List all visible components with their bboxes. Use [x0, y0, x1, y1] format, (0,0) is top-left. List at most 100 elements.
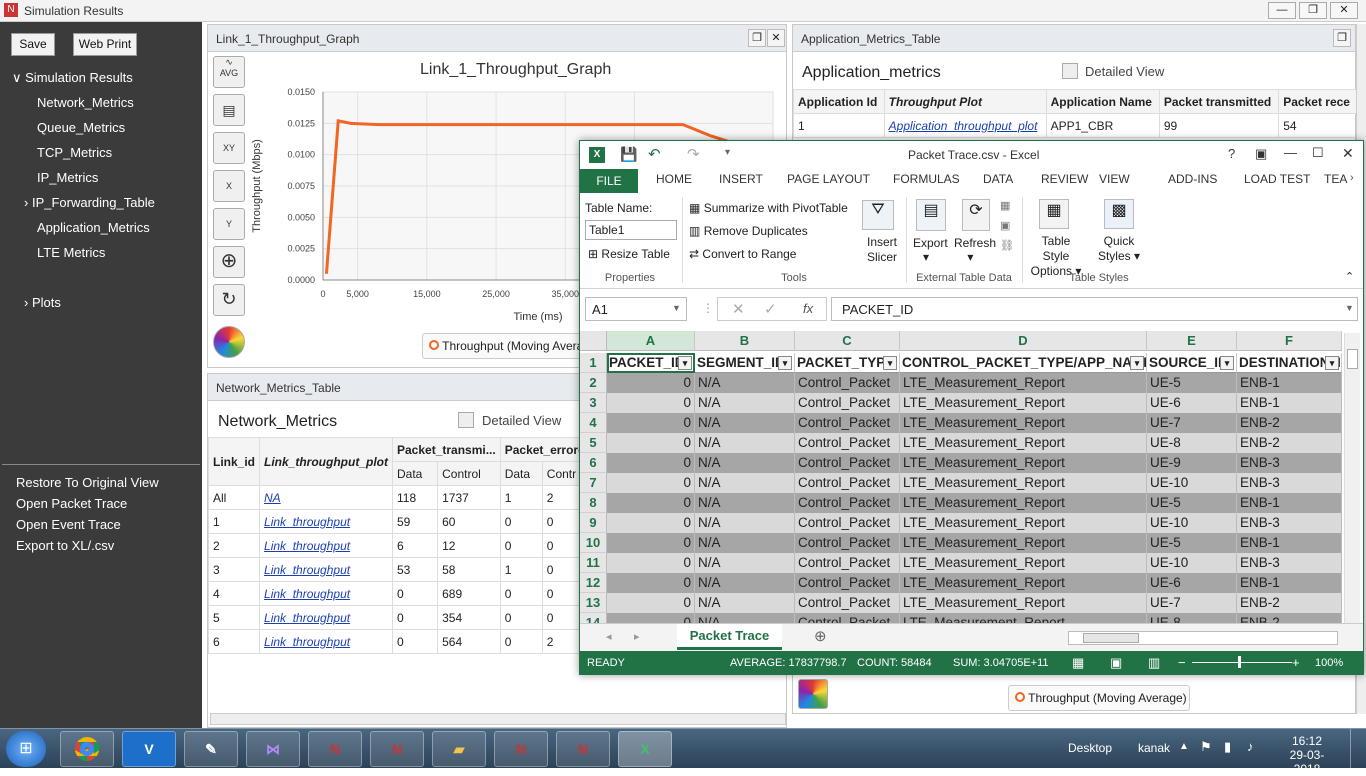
table-cell[interactable]: N/A: [695, 533, 795, 553]
ribbon-tab-load-test[interactable]: LOAD TEST: [1244, 172, 1310, 186]
column-header[interactable]: C: [795, 331, 900, 351]
header-cell[interactable]: SEGMENT_ID ▾: [695, 353, 795, 373]
expand-formula-icon[interactable]: ▼: [1345, 303, 1354, 313]
cancel-icon[interactable]: ✕: [732, 300, 745, 318]
table-cell[interactable]: UE-5: [1147, 373, 1237, 393]
table-cell[interactable]: ENB-3: [1237, 553, 1342, 573]
table-cell[interactable]: Control_Packet: [795, 533, 900, 553]
table-cell[interactable]: N/A: [695, 593, 795, 613]
table-name-input[interactable]: Table1: [585, 220, 677, 240]
chart-legend[interactable]: Throughput (Moving Average): [422, 333, 582, 359]
link-throughput-plot-link[interactable]: Link_throughput: [259, 533, 393, 558]
filter-dropdown-icon[interactable]: ▾: [883, 356, 897, 370]
start-button[interactable]: ⊞: [6, 731, 46, 767]
tree-item-ip-metrics[interactable]: IP_Metrics: [37, 170, 98, 185]
user-toolbar[interactable]: kanak: [1138, 741, 1170, 755]
formula-input[interactable]: PACKET_ID: [831, 297, 1358, 321]
table-cell[interactable]: UE-5: [1147, 493, 1237, 513]
vertical-scrollbar[interactable]: [1344, 333, 1360, 623]
collapse-ribbon-icon[interactable]: ⌃: [1345, 270, 1354, 283]
table-cell[interactable]: ENB-1: [1237, 373, 1342, 393]
horizontal-scroll-thumb[interactable]: [1083, 633, 1139, 643]
table-cell[interactable]: N/A: [695, 473, 795, 493]
detailed-view-checkbox[interactable]: [1062, 63, 1078, 79]
filter-dropdown-icon[interactable]: ▾: [778, 356, 792, 370]
export-button[interactable]: Export ▾: [913, 236, 948, 264]
header-cell[interactable]: SOURCE_ID ▾: [1147, 353, 1237, 373]
table-cell[interactable]: UE-6: [1147, 573, 1237, 593]
tree-item-ip-forwarding-table[interactable]: › IP_Forwarding_Table: [24, 195, 155, 210]
link-throughput-plot-link[interactable]: NA: [259, 485, 393, 510]
header-cell[interactable]: PACKET_TYPE ▾: [795, 353, 900, 373]
table-cell[interactable]: Control_Packet: [795, 393, 900, 413]
table-cell[interactable]: ENB-1: [1237, 573, 1342, 593]
column-header[interactable]: B: [695, 331, 795, 351]
detailed-view-checkbox[interactable]: [458, 412, 474, 428]
table-cell[interactable]: 0: [607, 393, 695, 413]
table-cell[interactable]: N/A: [695, 613, 795, 623]
filter-dropdown-icon[interactable]: ▾: [1220, 356, 1234, 370]
zoom-level[interactable]: 100%: [1315, 657, 1343, 669]
refresh-button[interactable]: Refresh ▾: [954, 236, 996, 264]
column-header[interactable]: A: [607, 331, 695, 351]
table-cell[interactable]: UE-7: [1147, 413, 1237, 433]
minimize-button[interactable]: —: [1268, 2, 1296, 19]
horizontal-scrollbar[interactable]: [1068, 631, 1338, 645]
horizontal-scrollbar[interactable]: [210, 713, 786, 725]
volume-icon[interactable]: ♪: [1247, 739, 1254, 754]
table-cell[interactable]: Control_Packet: [795, 433, 900, 453]
color-wheel-icon[interactable]: [213, 326, 245, 358]
table-cell[interactable]: N/A: [695, 573, 795, 593]
column-header[interactable]: E: [1147, 331, 1237, 351]
ribbon-tab-home[interactable]: HOME: [656, 172, 692, 186]
reset-icon[interactable]: ↻: [213, 284, 245, 316]
app-chart-legend[interactable]: Throughput (Moving Average): [1008, 685, 1190, 711]
undo-icon[interactable]: ↶: [648, 145, 661, 163]
table-cell[interactable]: LTE_Measurement_Report: [900, 393, 1147, 413]
row-header[interactable]: 8: [580, 493, 607, 513]
table-cell[interactable]: 0: [607, 533, 695, 553]
help-icon[interactable]: ?: [1228, 146, 1235, 161]
filter-dropdown-icon[interactable]: ▾: [678, 356, 692, 370]
table-cell[interactable]: 0: [607, 553, 695, 573]
table-cell[interactable]: LTE_Measurement_Report: [900, 413, 1147, 433]
vertical-scroll-thumb[interactable]: [1347, 349, 1358, 369]
tree-item-queue-metrics[interactable]: Queue_Metrics: [37, 120, 125, 135]
table-cell[interactable]: 0: [607, 473, 695, 493]
worksheet-grid[interactable]: A B C D E F 1 2 3 4 5 6 7 8 9 10 11 12 13 14 PACKET_ID ▾ SEGME…: [580, 331, 1342, 623]
page-layout-view-icon[interactable]: ▣: [1110, 655, 1122, 671]
save-button[interactable]: Save: [11, 33, 55, 56]
table-cell[interactable]: LTE_Measurement_Report: [900, 533, 1147, 553]
normal-view-icon[interactable]: ▦: [1072, 655, 1084, 671]
color-wheel-icon[interactable]: [798, 679, 828, 709]
table-cell[interactable]: N/A: [695, 453, 795, 473]
table-cell[interactable]: LTE_Measurement_Report: [900, 513, 1147, 533]
table-cell[interactable]: Control_Packet: [795, 453, 900, 473]
quick-styles-button[interactable]: Quick Styles ▾: [1096, 234, 1142, 264]
x-zoom-button[interactable]: X: [213, 170, 245, 202]
redo-icon[interactable]: ↷: [687, 145, 700, 163]
table-cell[interactable]: UE-5: [1147, 533, 1237, 553]
table-cell[interactable]: UE-9: [1147, 453, 1237, 473]
unlink-icon[interactable]: ⛓: [1000, 239, 1014, 252]
open-event-trace-link[interactable]: Open Event Trace: [16, 517, 121, 532]
table-cell[interactable]: 0: [607, 593, 695, 613]
application-throughput-plot-link[interactable]: Application_throughput_plot: [883, 113, 1047, 138]
link-throughput-plot-link[interactable]: Link_throughput: [259, 629, 393, 654]
header-cell[interactable]: PACKET_ID ▾: [607, 353, 695, 373]
table-cell[interactable]: 0: [607, 453, 695, 473]
prev-sheet-icon[interactable]: ◂: [606, 630, 612, 643]
network-icon[interactable]: ▮: [1224, 739, 1231, 755]
row-header[interactable]: 1: [580, 353, 607, 373]
taskbar-vs-code[interactable]: V: [122, 731, 176, 767]
row-header[interactable]: 12: [580, 573, 607, 593]
ribbon-tab-file[interactable]: FILE: [580, 169, 638, 193]
taskbar-notepad[interactable]: ✎: [184, 731, 238, 767]
table-cell[interactable]: ENB-3: [1237, 473, 1342, 493]
tree-item-network-metrics[interactable]: Network_Metrics: [37, 95, 134, 110]
table-cell[interactable]: LTE_Measurement_Report: [900, 573, 1147, 593]
taskbar-visual-studio[interactable]: ⋈: [246, 731, 300, 767]
customize-quick-access-icon[interactable]: ▾: [725, 147, 730, 158]
filter-dropdown-icon[interactable]: ▾: [1325, 356, 1339, 370]
table-cell[interactable]: N/A: [695, 433, 795, 453]
